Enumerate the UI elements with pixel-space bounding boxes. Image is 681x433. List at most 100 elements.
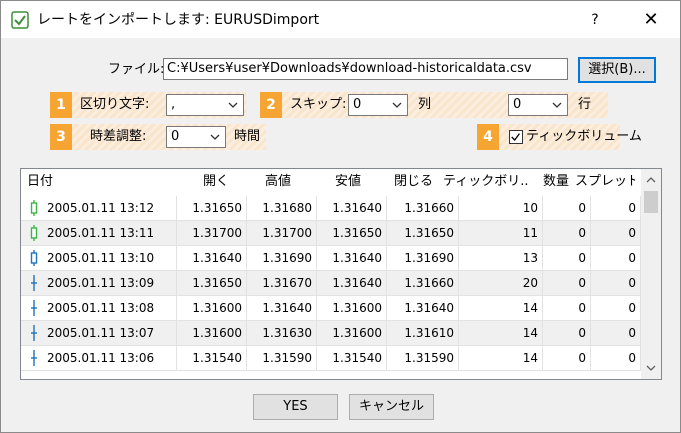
tick-volume-label: ティックボリューム: [526, 129, 642, 144]
badge-3: 3: [50, 124, 72, 150]
table-header: 日付 開く 高値 安値 閉じる ティックボリ... 数量 スプレッド: [21, 169, 641, 195]
badge-1: 1: [50, 92, 72, 118]
cell-open: 1.31700: [177, 221, 247, 245]
window-title: レートをインポートします: EURUSDimport: [37, 12, 320, 28]
cell-close: 1.31660: [387, 271, 459, 295]
scroll-thumb[interactable]: [644, 191, 658, 213]
preview-table[interactable]: 日付 開く 高値 安値 閉じる ティックボリ... 数量 スプレッド 2005.…: [20, 168, 662, 380]
timeshift-unit: 時間: [234, 129, 261, 144]
cell-high: 1.31690: [247, 246, 317, 270]
checkmark-icon: [511, 133, 520, 141]
cell-tick-volume: 11: [459, 221, 543, 245]
cell-spread: 0: [591, 296, 641, 320]
cell-date: 2005.01.11 13:06: [47, 346, 177, 370]
row-unit-label: 行: [578, 97, 592, 112]
title-bar: レートをインポートします: EURUSDimport ? ✕: [0, 0, 681, 38]
cell-tick-volume: 20: [459, 271, 543, 295]
browse-button[interactable]: 選択(B)...: [578, 57, 656, 83]
delimiter-select[interactable]: ,: [166, 94, 244, 116]
badge-2: 2: [260, 92, 282, 118]
table-row[interactable]: 2005.01.11 13:08 1.31600 1.31640 1.31600 1.3…: [21, 296, 641, 321]
cell-close: 1.31650: [387, 221, 459, 245]
cell-low: 1.31640: [317, 196, 387, 220]
header-high[interactable]: 高値: [231, 169, 291, 195]
timeshift-select[interactable]: 0: [166, 126, 226, 148]
cell-date: 2005.01.11 13:09: [47, 271, 177, 295]
cell-tick-volume: 14: [459, 296, 543, 320]
chevron-down-icon: [210, 134, 220, 140]
cell-low: 1.31640: [317, 246, 387, 270]
yes-button[interactable]: YES: [253, 394, 338, 420]
cell-open: 1.31540: [177, 346, 247, 370]
cell-date: 2005.01.11 13:12: [47, 196, 177, 220]
cell-high: 1.31630: [247, 321, 317, 345]
candle-bull-icon: [30, 200, 38, 216]
skip-rows-value: 0: [513, 97, 522, 112]
cell-low: 1.31600: [317, 296, 387, 320]
cell-date: 2005.01.11 13:08: [47, 296, 177, 320]
candle-doji-icon: [31, 325, 37, 341]
header-volume[interactable]: 数量: [531, 169, 569, 195]
file-label: ファイル:: [108, 62, 165, 77]
scroll-up-icon[interactable]: [645, 174, 657, 186]
header-close[interactable]: 閉じる: [371, 169, 433, 195]
cell-open: 1.31600: [177, 321, 247, 345]
cell-high: 1.31640: [247, 296, 317, 320]
scroll-down-icon[interactable]: [645, 362, 657, 374]
cell-volume: 0: [543, 246, 591, 270]
cell-high: 1.31590: [247, 346, 317, 370]
cell-volume: 0: [543, 196, 591, 220]
cell-high: 1.31670: [247, 271, 317, 295]
tick-volume-checkbox[interactable]: [509, 130, 523, 144]
candle-doji-icon: [31, 275, 37, 291]
chevron-down-icon: [552, 102, 562, 108]
timeshift-value: 0: [171, 129, 180, 144]
cell-spread: 0: [591, 321, 641, 345]
help-button[interactable]: ?: [573, 1, 617, 39]
candle-doji-icon: [31, 350, 37, 366]
cell-tick-volume: 14: [459, 346, 543, 370]
skip-columns-value: 0: [353, 97, 362, 112]
skip-rows-select[interactable]: 0: [508, 94, 568, 116]
cell-close: 1.31660: [387, 196, 459, 220]
cell-spread: 0: [591, 246, 641, 270]
table-row[interactable]: 2005.01.11 13:12 1.31650 1.31680 1.31640 1.3…: [21, 196, 641, 221]
header-date[interactable]: 日付: [27, 169, 147, 195]
chevron-down-icon: [228, 102, 238, 108]
table-row[interactable]: 2005.01.11 13:07 1.31600 1.31630 1.31600 1.3…: [21, 321, 641, 346]
delimiter-label: 区切り文字:: [80, 97, 150, 112]
cell-high: 1.31680: [247, 196, 317, 220]
cell-open: 1.31600: [177, 296, 247, 320]
cell-volume: 0: [543, 271, 591, 295]
skip-columns-select[interactable]: 0: [348, 94, 408, 116]
cell-high: 1.31700: [247, 221, 317, 245]
close-button[interactable]: ✕: [627, 1, 675, 39]
column-unit-label: 列: [418, 97, 432, 112]
badge-4: 4: [477, 124, 499, 150]
cell-date: 2005.01.11 13:07: [47, 321, 177, 345]
candle-doji-icon: [31, 300, 37, 316]
cell-spread: 0: [591, 346, 641, 370]
cell-low: 1.31640: [317, 271, 387, 295]
header-low[interactable]: 安値: [301, 169, 361, 195]
cell-volume: 0: [543, 321, 591, 345]
header-tick-volume[interactable]: ティックボリ...: [443, 169, 529, 195]
cell-tick-volume: 10: [459, 196, 543, 220]
cell-volume: 0: [543, 346, 591, 370]
cell-open: 1.31640: [177, 246, 247, 270]
cancel-button[interactable]: キャンセル: [349, 394, 434, 420]
vertical-scrollbar[interactable]: [641, 169, 661, 379]
table-row[interactable]: 2005.01.11 13:06 1.31540 1.31590 1.31540 1.3…: [21, 346, 641, 371]
cell-spread: 0: [591, 271, 641, 295]
table-row[interactable]: 2005.01.11 13:11 1.31700 1.31700 1.31650 1.3…: [21, 221, 641, 246]
table-row[interactable]: 2005.01.11 13:09 1.31650 1.31670 1.31640 1.3…: [21, 271, 641, 296]
table-row[interactable]: 2005.01.11 13:10 1.31640 1.31690 1.31640 1.3…: [21, 246, 641, 271]
cell-close: 1.31610: [387, 321, 459, 345]
cell-spread: 0: [591, 221, 641, 245]
header-spread[interactable]: スプレッド: [575, 169, 635, 195]
header-open[interactable]: 開く: [161, 169, 229, 195]
cell-close: 1.31640: [387, 296, 459, 320]
delimiter-value: ,: [171, 97, 176, 112]
file-path-input[interactable]: C:¥Users¥user¥Downloads¥download-histori…: [163, 58, 568, 80]
candle-bull-icon: [30, 225, 38, 241]
